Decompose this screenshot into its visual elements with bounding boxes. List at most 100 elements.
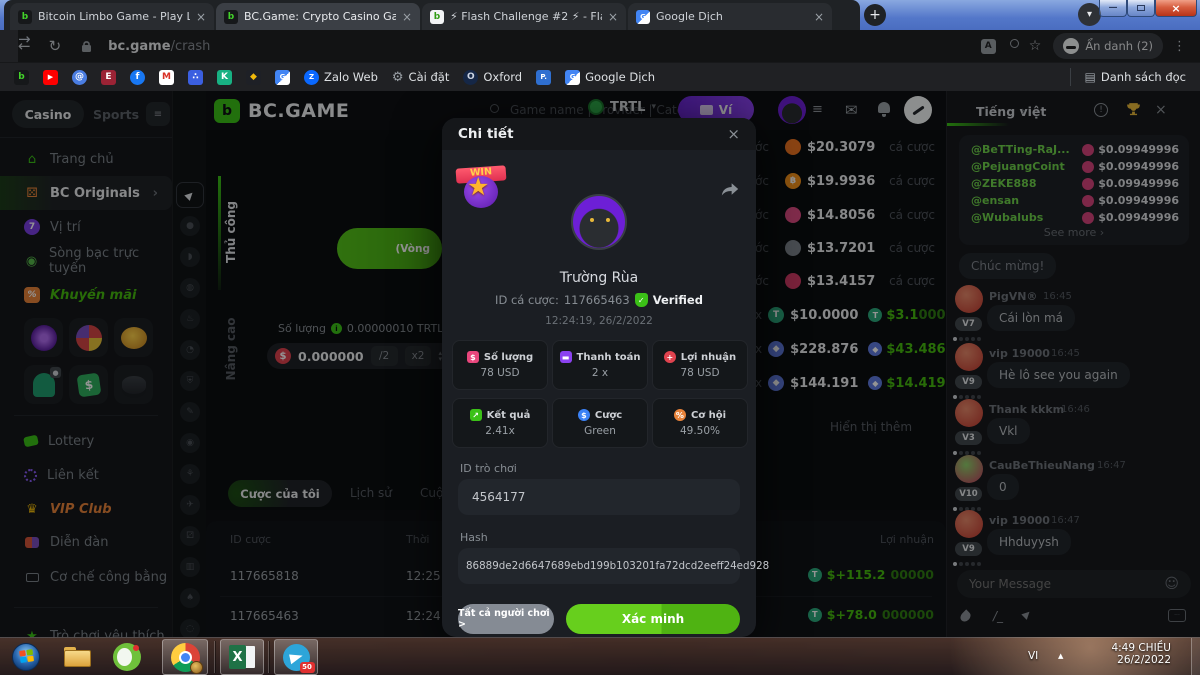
rail-game-icon[interactable]: ◔ — [180, 340, 200, 360]
chat-username[interactable]: Thank kkkm — [989, 403, 1064, 416]
new-tab-button[interactable]: + — [864, 4, 886, 26]
bcgame-logo-icon[interactable]: b — [214, 99, 240, 123]
tab-search-chevron-icon[interactable]: ▾ — [1078, 3, 1101, 26]
sidebar-collapse-button[interactable]: ≡ — [146, 102, 170, 126]
window-minimize-button[interactable]: — — [1099, 0, 1127, 17]
sidebar-item-vip-club[interactable]: ♛ VIP Club — [0, 492, 172, 526]
sidebar-item-fairness[interactable]: Cơ chế công bằng — [0, 560, 172, 594]
sports-tab[interactable]: Sports — [88, 100, 144, 128]
start-button[interactable] — [6, 639, 46, 675]
slash-command-icon[interactable]: /_ — [993, 609, 1003, 623]
info-icon[interactable]: i — [331, 323, 342, 334]
bookmark-mail[interactable]: @ — [72, 70, 87, 85]
game-tile-dollar-tag[interactable]: $ — [69, 365, 108, 404]
share-icon[interactable] — [720, 180, 740, 198]
browser-tab-bcgame[interactable]: b BC.Game: Crypto Casino Games & × — [216, 3, 420, 30]
rail-game-icon[interactable]: ● — [180, 216, 200, 236]
mail-icon[interactable]: ✉ — [845, 101, 858, 119]
live-bet-row[interactable]: x ◆ $144.191 ◆ $14.4191 — [755, 371, 945, 395]
sidebar-item-favorites[interactable]: ★ Trò chơi yêu thích — [0, 619, 172, 637]
incognito-profile-chip[interactable]: Ẩn danh (2) — [1053, 33, 1163, 59]
bet-button[interactable]: (Vòng — [337, 228, 442, 269]
chat-avatar[interactable] — [955, 399, 983, 427]
modal-close-icon[interactable]: × — [727, 125, 740, 143]
show-more-button[interactable]: Hiển thị thêm — [830, 420, 912, 434]
rail-game-icon[interactable]: ♨ — [180, 309, 200, 329]
gif-keyboard-icon[interactable]: ··· — [1168, 609, 1186, 622]
bookmark-star-icon[interactable]: ☆ — [1029, 38, 1042, 54]
tab-close-icon[interactable]: × — [402, 10, 412, 24]
bookmark-oxford[interactable]: OOxford — [463, 70, 522, 85]
chat-username[interactable]: PigVN® — [989, 290, 1037, 303]
casino-tab[interactable]: Casino — [12, 100, 84, 128]
rain-drop-icon[interactable] — [958, 609, 972, 623]
spin-quest-icon[interactable] — [904, 96, 932, 124]
live-bet-row[interactable]: ớc $14.8056 cá cược — [755, 203, 945, 227]
chat-close-icon[interactable]: × — [1155, 102, 1167, 118]
chat-avatar[interactable] — [955, 455, 983, 483]
chat-avatar[interactable] — [955, 285, 983, 313]
rail-game-icon[interactable]: ⛨ — [180, 371, 200, 391]
bet-amount-input[interactable]: $ 0.000000 /2 x2 ▴▾ — [267, 343, 442, 369]
game-id-field[interactable]: 4564177 — [458, 479, 740, 515]
tray-expand-icon[interactable]: ▲ — [1058, 652, 1063, 660]
live-bet-row[interactable]: ớc $13.4157 cá cược — [755, 269, 945, 293]
chat-username[interactable]: CauBeThieuNang — [989, 459, 1095, 472]
clock[interactable]: 4:49 CHIỀU 26/2/2022 — [1075, 642, 1171, 666]
sidebar-item-affiliate[interactable]: Liên kết — [0, 458, 172, 492]
user-avatar[interactable] — [778, 96, 806, 124]
verify-button[interactable]: Xác minh — [566, 604, 740, 634]
live-bet-row[interactable]: x ◆ $228.876 ◆ $43.4865 — [755, 337, 945, 361]
game-tile-coins[interactable] — [114, 318, 153, 357]
hash-field[interactable]: 86889de2d6647689ebd199b103201fa72dcd2eef… — [458, 548, 740, 584]
tab-history[interactable]: Lịch sử — [350, 486, 392, 500]
half-bet-button[interactable]: /2 — [371, 346, 398, 366]
reading-list-button[interactable]: ▤Danh sách đọc — [1085, 70, 1186, 84]
live-bet-row[interactable]: ớc $20.3079 cá cược — [755, 135, 945, 159]
zoom-icon[interactable] — [1010, 39, 1019, 54]
bookmark-gmail[interactable]: M — [159, 70, 174, 85]
game-tile-ghost[interactable]: ● — [24, 365, 63, 404]
chevron-right-icon[interactable]: › — [1021, 104, 1026, 118]
rocket-icon[interactable]: ▶ — [1020, 608, 1033, 621]
tab-advanced[interactable]: Nâng cao — [224, 314, 238, 384]
bell-icon[interactable] — [878, 102, 890, 117]
live-bet-row[interactable]: ớc ฿ $19.9936 cá cược — [755, 169, 945, 193]
browser-tab-limbo[interactable]: b Bitcoin Limbo Game - Play Limbo × — [10, 3, 214, 30]
sidebar-item-promotions[interactable]: % Khuyến mãi — [0, 278, 172, 312]
trophy-icon[interactable] — [1125, 101, 1142, 118]
game-tile-coin-stack[interactable] — [114, 365, 153, 404]
search-icon[interactable] — [490, 104, 502, 116]
sidebar-item-home[interactable]: ⌂ Trang chủ — [0, 142, 172, 176]
bookmark-facebook[interactable]: f — [130, 70, 145, 85]
rules-info-icon[interactable]: ! — [1094, 103, 1108, 117]
bookmark-translate[interactable]: G — [275, 70, 290, 85]
rail-game-icon[interactable]: ⚘ — [180, 464, 200, 484]
tab-my-bets[interactable]: Cược của tôi — [228, 480, 332, 507]
all-players-button[interactable]: Tất cả người chơi > — [458, 604, 554, 634]
bookmark-bcgame[interactable]: b — [14, 70, 29, 85]
sidebar-item-forum[interactable]: Diễn đàn — [0, 525, 172, 559]
bookmark-zing[interactable]: E — [101, 70, 116, 85]
rail-game-icon[interactable]: ◗ — [180, 247, 200, 267]
bookmark-p[interactable]: P. — [536, 70, 551, 85]
sidebar-item-lottery[interactable]: Lottery — [0, 424, 172, 458]
reload-icon[interactable]: ↻ — [49, 37, 62, 55]
rail-game-icon[interactable]: ◍ — [180, 278, 200, 298]
bookmark-zalo[interactable]: ZZalo Web — [304, 70, 378, 85]
see-more-button[interactable]: See more › — [959, 226, 1189, 239]
url-field[interactable]: bc.game/crash — [108, 39, 210, 54]
back-icon[interactable]: ← — [18, 37, 31, 55]
player-name[interactable]: Trường Rùa — [442, 270, 756, 286]
browser-menu-icon[interactable]: ⋮ — [1173, 39, 1186, 54]
sidebar-item-bc-originals[interactable]: ⚄ BC Originals › — [0, 176, 172, 210]
chat-username[interactable]: vip 19000 — [989, 347, 1050, 360]
rail-game-icon[interactable]: ⚂ — [180, 526, 200, 546]
bookmark-binance[interactable]: ◆ — [246, 70, 261, 85]
browser-tab-translate[interactable]: G Google Dịch × — [628, 3, 832, 30]
file-explorer-button[interactable] — [58, 639, 96, 675]
emoji-icon[interactable]: ☺ — [1164, 576, 1179, 592]
chat-username[interactable]: vip 19000 — [989, 514, 1050, 527]
menu-bars-icon[interactable]: ≡ — [812, 102, 823, 117]
rail-game-icon[interactable]: ✎ — [180, 402, 200, 422]
